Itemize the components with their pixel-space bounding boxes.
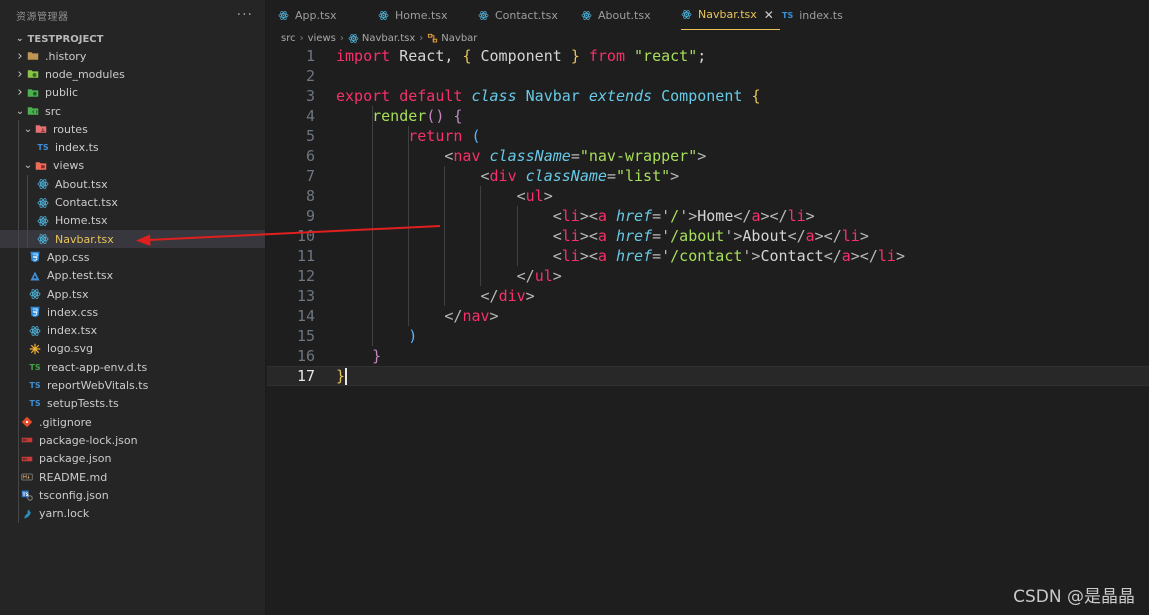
watermark: CSDN @是晶晶 bbox=[1013, 587, 1135, 607]
annotation-arrow bbox=[136, 225, 441, 246]
